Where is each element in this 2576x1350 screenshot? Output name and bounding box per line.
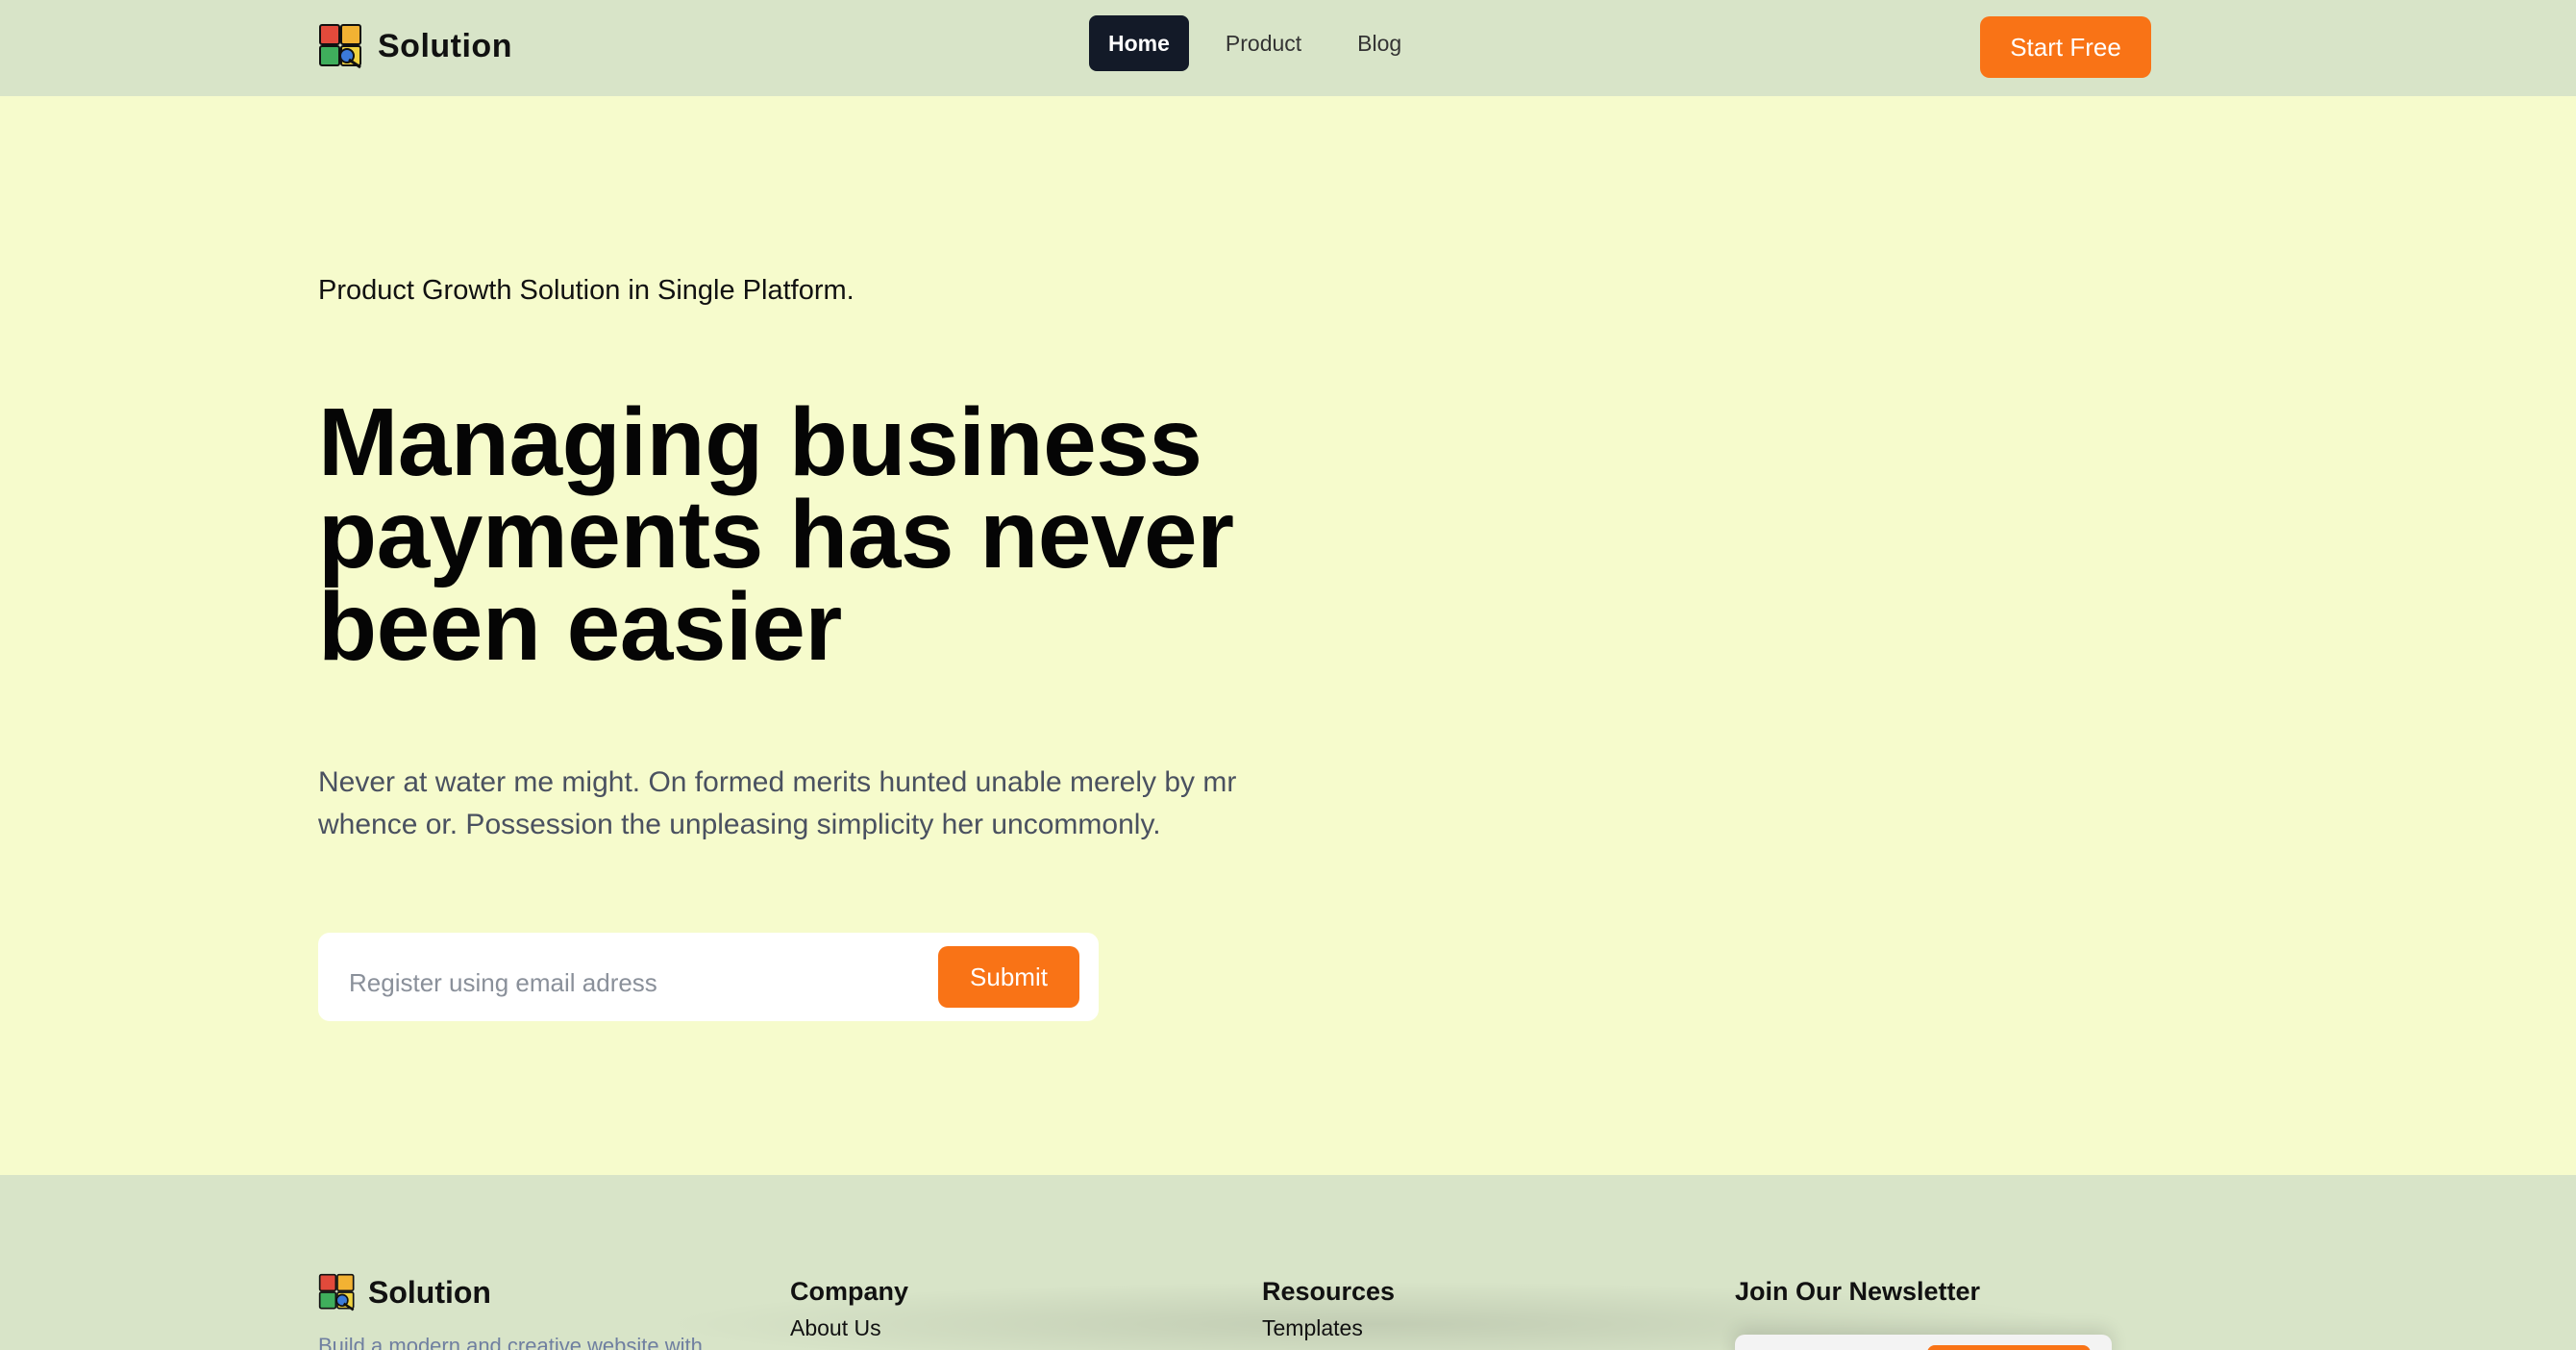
hero-description: Never at water me might. On formed merit… bbox=[318, 766, 1237, 840]
footer-brand-name: Solution bbox=[368, 1274, 491, 1310]
newsletter-title: Join Our Newsletter bbox=[1735, 1277, 1981, 1306]
newsletter-submit-button[interactable] bbox=[1927, 1345, 2091, 1350]
brand-name: Solution bbox=[378, 27, 512, 64]
nav-home[interactable]: Home bbox=[1089, 15, 1189, 71]
footer-column-title: Resources bbox=[1262, 1277, 1396, 1306]
nav-product[interactable]: Product bbox=[1206, 15, 1321, 71]
footer-tagline: Build a modern and creative website with bbox=[318, 1334, 703, 1350]
main-nav: Home Product Blog bbox=[1089, 15, 1421, 71]
footer-brand[interactable]: Solution bbox=[318, 1273, 491, 1312]
nav-blog[interactable]: Blog bbox=[1338, 15, 1421, 71]
submit-button[interactable]: Submit bbox=[938, 946, 1079, 1008]
hero-headline: Managing business payments has never bee… bbox=[318, 388, 1234, 681]
footer-column-title: Company bbox=[790, 1277, 909, 1306]
footer-column-resources: Resources Templates bbox=[1262, 1277, 1396, 1340]
start-free-button[interactable]: Start Free bbox=[1980, 16, 2151, 78]
top-navbar: Solution Home Product Blog Start Free bbox=[0, 0, 2576, 96]
footer-link-templates[interactable]: Templates bbox=[1262, 1315, 1363, 1341]
footer-link-about-us[interactable]: About Us bbox=[790, 1315, 881, 1341]
brand[interactable]: Solution bbox=[318, 23, 512, 69]
puzzle-logo-icon bbox=[318, 23, 364, 69]
email-input[interactable] bbox=[318, 933, 914, 1021]
footer: Solution Build a modern and creative web… bbox=[0, 1175, 2576, 1350]
footer-newsletter: Join Our Newsletter bbox=[1735, 1277, 1980, 1307]
email-signup-form: Submit bbox=[318, 933, 1099, 1021]
footer-column-company: Company About Us bbox=[790, 1277, 909, 1340]
hero-eyebrow: Product Growth Solution in Single Platfo… bbox=[318, 275, 855, 306]
puzzle-logo-icon bbox=[318, 1273, 357, 1312]
